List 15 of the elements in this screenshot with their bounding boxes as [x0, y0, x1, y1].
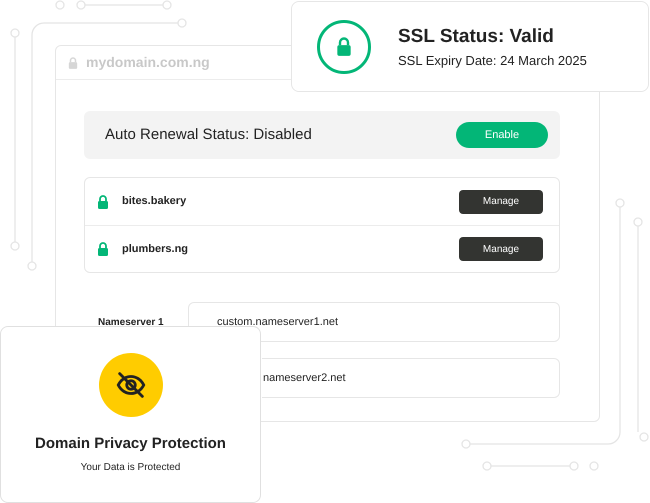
- manage-button[interactable]: Manage: [459, 190, 543, 214]
- privacy-subtitle: Your Data is Protected: [80, 460, 180, 474]
- ssl-lock-icon: [317, 20, 371, 74]
- domain-name: bites.bakery: [122, 194, 188, 210]
- lock-icon: [68, 56, 78, 68]
- lock-icon: [97, 242, 109, 256]
- manage-button[interactable]: Manage: [459, 237, 543, 261]
- ssl-expiry-date: SSL Expiry Date: 24 March 2025: [398, 52, 587, 70]
- nameserver-label: Nameserver 1: [98, 316, 164, 328]
- domain-name: plumbers.ng: [122, 242, 190, 257]
- privacy-title: Domain Privacy Protection: [35, 434, 226, 454]
- lock-icon: [97, 194, 109, 208]
- nameserver-field[interactable]: nameserver2.net: [262, 358, 560, 398]
- ssl-status-title: SSL Status: Valid: [398, 24, 555, 48]
- auto-renewal-status: Auto Renewal Status: Disabled: [105, 124, 312, 145]
